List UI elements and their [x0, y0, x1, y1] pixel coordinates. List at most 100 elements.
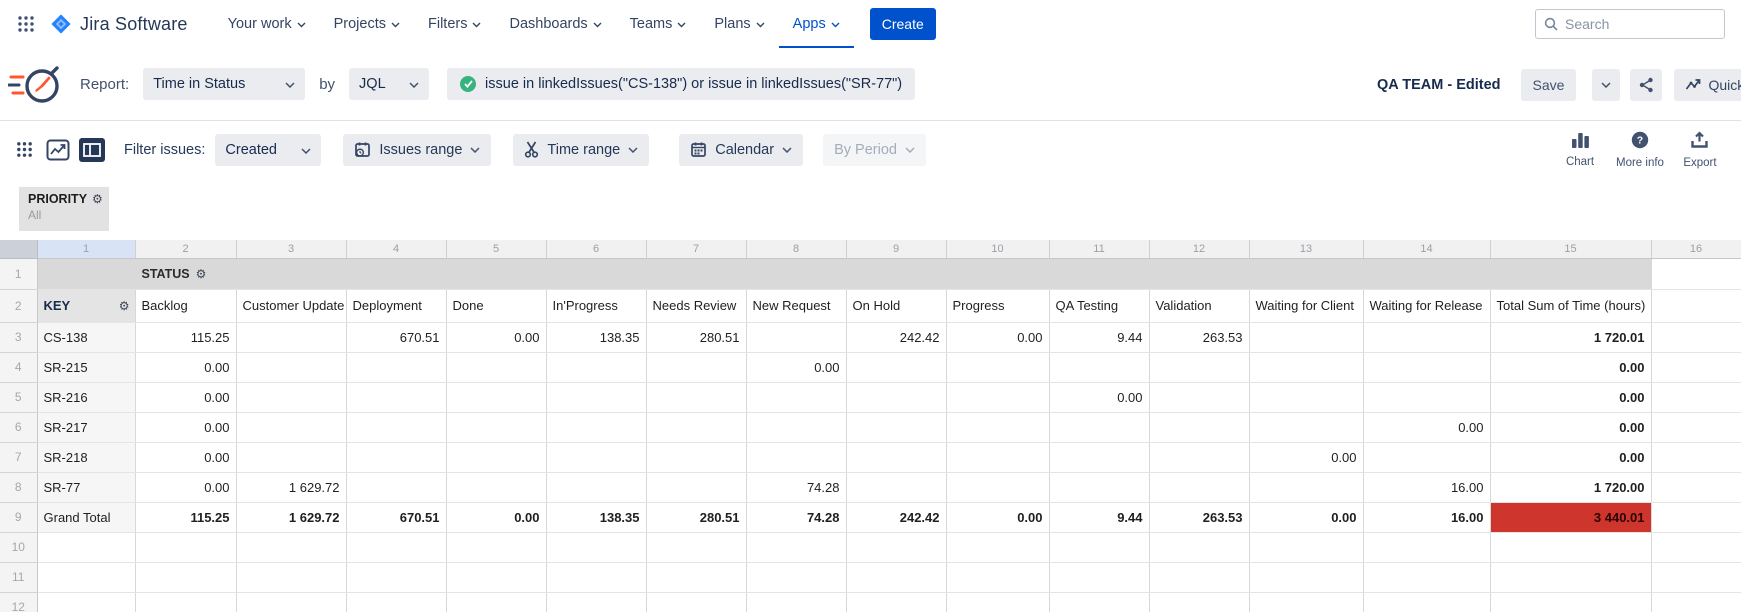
- cell-empty[interactable]: [1651, 592, 1741, 612]
- cell-value[interactable]: [946, 592, 1049, 612]
- cell-value[interactable]: 0.00: [946, 322, 1049, 352]
- cell-value[interactable]: 1 629.72: [236, 502, 346, 532]
- cell-value[interactable]: [446, 472, 546, 502]
- status-column-header[interactable]: Waiting for Client: [1249, 289, 1363, 322]
- cell-value[interactable]: [646, 532, 746, 562]
- cell-value[interactable]: [1363, 562, 1490, 592]
- cell-value[interactable]: [1490, 532, 1651, 562]
- cell-value[interactable]: [846, 412, 946, 442]
- cell-value[interactable]: [1249, 322, 1363, 352]
- cell-value[interactable]: [1490, 562, 1651, 592]
- jira-brand[interactable]: Jira Software: [50, 13, 188, 35]
- column-number[interactable]: 6: [546, 240, 646, 258]
- cell-value[interactable]: [446, 442, 546, 472]
- cell-empty[interactable]: [1651, 502, 1741, 532]
- cell-value[interactable]: [446, 532, 546, 562]
- cell-value[interactable]: 3 440.01: [1490, 502, 1651, 532]
- cell-value[interactable]: [236, 562, 346, 592]
- cell-value[interactable]: [946, 382, 1049, 412]
- cell-empty[interactable]: [1651, 352, 1741, 382]
- cell-value[interactable]: 9.44: [1049, 322, 1149, 352]
- status-column-header[interactable]: Customer Update: [236, 289, 346, 322]
- cell-value[interactable]: [1249, 382, 1363, 412]
- cell-value[interactable]: [346, 592, 446, 612]
- column-number[interactable]: 15: [1490, 240, 1651, 258]
- cell-value[interactable]: [1249, 532, 1363, 562]
- nav-item-apps[interactable]: Apps: [779, 0, 854, 48]
- cell-value[interactable]: [946, 532, 1049, 562]
- grid-view-button[interactable]: [10, 137, 38, 163]
- row-key-cell[interactable]: SR-216: [37, 382, 135, 412]
- cell-value[interactable]: 1 720.00: [1490, 472, 1651, 502]
- gear-icon[interactable]: ⚙: [196, 267, 207, 281]
- column-number[interactable]: 7: [646, 240, 746, 258]
- status-column-header[interactable]: Done: [446, 289, 546, 322]
- row-number[interactable]: 10: [0, 532, 37, 562]
- column-number[interactable]: 14: [1363, 240, 1490, 258]
- status-column-header[interactable]: Needs Review: [646, 289, 746, 322]
- nav-item-filters[interactable]: Filters: [414, 0, 495, 48]
- cell-value[interactable]: [236, 442, 346, 472]
- cell-value[interactable]: [746, 562, 846, 592]
- cell-value[interactable]: [1049, 442, 1149, 472]
- time-range-button[interactable]: Time range: [513, 134, 649, 166]
- key-header-cell[interactable]: ⚙KEY: [37, 289, 135, 322]
- toolbar-action-more-info[interactable]: ?More info: [1616, 131, 1664, 169]
- cell-value[interactable]: [1049, 562, 1149, 592]
- cell-empty[interactable]: [1651, 289, 1741, 322]
- search-box[interactable]: [1535, 9, 1725, 39]
- filter-field-select[interactable]: Created: [215, 134, 321, 166]
- table-view-button-selected[interactable]: [78, 137, 106, 163]
- cell-value[interactable]: [746, 412, 846, 442]
- cell-value[interactable]: [236, 382, 346, 412]
- cell-value[interactable]: [1049, 532, 1149, 562]
- cell-empty[interactable]: [1651, 412, 1741, 442]
- status-column-header[interactable]: QA Testing: [1049, 289, 1149, 322]
- cell-value[interactable]: [646, 442, 746, 472]
- column-number[interactable]: 5: [446, 240, 546, 258]
- column-number[interactable]: 3: [236, 240, 346, 258]
- status-column-header[interactable]: Total Sum of Time (hours): [1490, 289, 1651, 322]
- cell-value[interactable]: [1149, 562, 1249, 592]
- gear-icon[interactable]: ⚙: [119, 299, 130, 313]
- cell-empty[interactable]: [1651, 472, 1741, 502]
- cell-value[interactable]: 0.00: [1249, 502, 1363, 532]
- cell-value[interactable]: [646, 592, 746, 612]
- cell-value[interactable]: [646, 412, 746, 442]
- column-number[interactable]: 12: [1149, 240, 1249, 258]
- sheet-corner[interactable]: [0, 240, 37, 258]
- toolbar-action-fo[interactable]: Fo: [1736, 131, 1741, 169]
- cell-value[interactable]: [1363, 352, 1490, 382]
- cell-value[interactable]: [546, 352, 646, 382]
- cell-empty[interactable]: [1651, 258, 1741, 289]
- status-header-cell[interactable]: STATUS⚙: [37, 258, 1651, 289]
- nav-item-teams[interactable]: Teams: [616, 0, 701, 48]
- cell-value[interactable]: [236, 352, 346, 382]
- cell-value[interactable]: 0.00: [1049, 382, 1149, 412]
- cell-value[interactable]: 0.00: [746, 352, 846, 382]
- cell-value[interactable]: [946, 442, 1049, 472]
- cell-value[interactable]: [546, 472, 646, 502]
- issues-range-button[interactable]: Issues range: [343, 134, 491, 166]
- row-number[interactable]: 4: [0, 352, 37, 382]
- cell-value[interactable]: [346, 562, 446, 592]
- cell-value[interactable]: [846, 442, 946, 472]
- cell-value[interactable]: [1249, 592, 1363, 612]
- cell-value[interactable]: 9.44: [1049, 502, 1149, 532]
- row-number[interactable]: 9: [0, 502, 37, 532]
- cell-value[interactable]: [1363, 322, 1490, 352]
- cell-value[interactable]: [135, 562, 236, 592]
- status-column-header[interactable]: Validation: [1149, 289, 1249, 322]
- column-number[interactable]: 13: [1249, 240, 1363, 258]
- cell-value[interactable]: 138.35: [546, 322, 646, 352]
- report-type-select[interactable]: Time in Status: [143, 68, 305, 100]
- cell-value[interactable]: [236, 592, 346, 612]
- row-number[interactable]: 1: [0, 258, 37, 289]
- cell-value[interactable]: [446, 382, 546, 412]
- cell-value[interactable]: [1049, 592, 1149, 612]
- cell-value[interactable]: [135, 592, 236, 612]
- status-column-header[interactable]: On Hold: [846, 289, 946, 322]
- cell-value[interactable]: [1049, 352, 1149, 382]
- row-key-cell[interactable]: SR-215: [37, 352, 135, 382]
- report-mode-select[interactable]: JQL: [349, 68, 429, 100]
